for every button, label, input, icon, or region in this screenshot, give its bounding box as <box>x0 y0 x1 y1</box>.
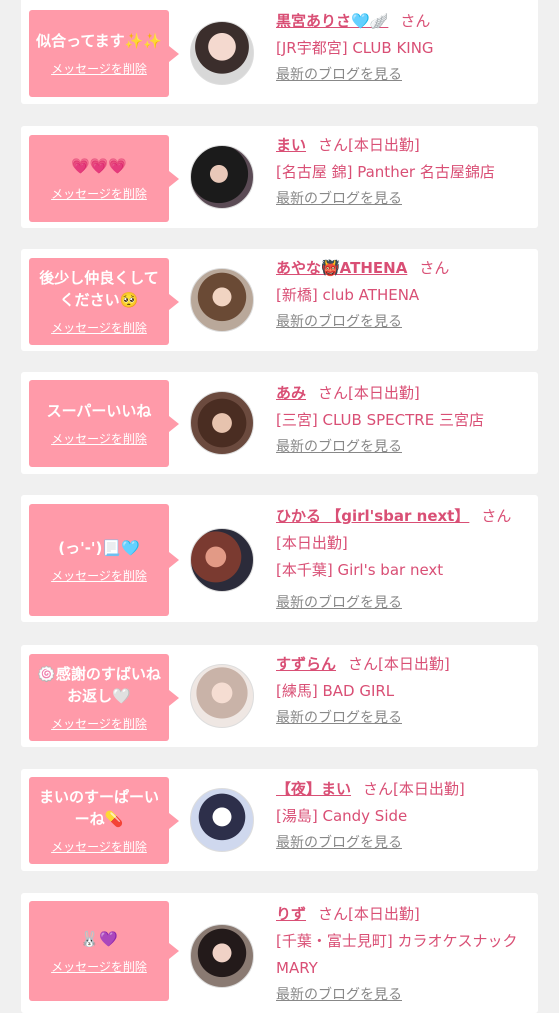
message-bubble: 🍥感謝のすばいねお返し🤍 メッセージを削除 <box>29 654 179 741</box>
latest-blog-link[interactable]: 最新のブログを見る <box>276 590 538 616</box>
delete-message-link[interactable]: メッセージを削除 <box>51 430 147 447</box>
honorific: さん <box>318 136 349 154</box>
latest-blog-link[interactable]: 最新のブログを見る <box>276 982 538 1008</box>
message-bubble: 🐰💜 メッセージを削除 <box>29 901 179 1001</box>
message-bubble: (っ'-')📃🩵 メッセージを削除 <box>29 504 179 616</box>
cast-name-link[interactable]: りず <box>276 905 306 923</box>
honorific: さん <box>318 384 349 402</box>
store-label: [JR宇都宮] CLUB KING <box>276 39 434 57</box>
delete-message-link[interactable]: メッセージを削除 <box>51 958 147 975</box>
profile-info: すずらん さん[本日出勤] [練馬] BAD GIRL 最新のブログを見る <box>276 651 538 731</box>
cast-name-link[interactable]: まい <box>276 136 306 154</box>
latest-blog-link[interactable]: 最新のブログを見る <box>276 434 538 460</box>
cast-name-link[interactable]: 黒宮ありさ🩵🪽 <box>276 12 388 30</box>
cast-name-link[interactable]: 【夜】まい <box>276 780 351 798</box>
profile-info: 【夜】まい さん[本日出勤] [湯島] Candy Side 最新のブログを見る <box>276 776 538 856</box>
message-text: 後少し仲良くしてください🥺 <box>39 269 159 309</box>
entry-card: 🐰💜 メッセージを削除 りず さん[本日出勤] [千葉・富士見町] カラオケスナッ… <box>21 893 538 1013</box>
status-badge: [本日出勤] <box>393 780 465 798</box>
honorific: さん <box>318 905 349 923</box>
honorific: さん <box>363 780 394 798</box>
cast-name-link[interactable]: あやな👹ATHENA <box>276 259 407 277</box>
message-text: まいのすーぱーいーね💊 <box>38 788 159 828</box>
message-bubble: まいのすーぱーいーね💊 メッセージを削除 <box>29 777 179 864</box>
store-label: [名古屋 錦] Panther 名古屋錦店 <box>276 163 495 181</box>
honorific: さん <box>400 12 431 30</box>
delete-message-link[interactable]: メッセージを削除 <box>51 838 147 855</box>
message-text: 🐰💜 <box>80 929 118 948</box>
message-text: 💗💗💗 <box>70 157 128 175</box>
avatar[interactable] <box>190 664 254 728</box>
profile-info: まい さん[本日出勤] [名古屋 錦] Panther 名古屋錦店 最新のブログを… <box>276 132 538 212</box>
cast-name-link[interactable]: すずらん <box>276 655 336 673</box>
status-badge: [本日出勤] <box>378 655 450 673</box>
store-label: [本千葉] Girl's bar next <box>276 561 444 579</box>
honorific: さん <box>419 259 450 277</box>
avatar[interactable] <box>190 21 254 85</box>
entry-card: 💗💗💗 メッセージを削除 まい さん[本日出勤] [名古屋 錦] Panther … <box>21 126 538 228</box>
profile-info: 黒宮ありさ🩵🪽 さん [JR宇都宮] CLUB KING 最新のブログを見る <box>276 8 538 88</box>
delete-message-link[interactable]: メッセージを削除 <box>51 319 147 336</box>
profile-info: あみ さん[本日出勤] [三宮] CLUB SPECTRE 三宮店 最新のブログを… <box>276 380 538 460</box>
delete-message-link[interactable]: メッセージを削除 <box>51 185 147 202</box>
message-text: 似合ってます✨✨ <box>36 32 162 50</box>
message-bubble: 後少し仲良くしてください🥺 メッセージを削除 <box>29 258 179 345</box>
entry-card: 似合ってます✨✨ メッセージを削除 黒宮ありさ🩵🪽 さん [JR宇都宮] CLUB… <box>21 0 538 104</box>
cast-name-link[interactable]: ひかる 【girl'sbar next】 <box>276 507 469 525</box>
store-label: [新橋] club ATHENA <box>276 286 420 304</box>
avatar[interactable] <box>190 391 254 455</box>
status-badge: [本日出勤] <box>348 905 420 923</box>
avatar[interactable] <box>190 268 254 332</box>
avatar[interactable] <box>190 924 254 988</box>
message-bubble: 似合ってます✨✨ メッセージを削除 <box>29 10 179 97</box>
latest-blog-link[interactable]: 最新のブログを見る <box>276 309 538 335</box>
profile-info: ひかる 【girl'sbar next】 さん [本日出勤] [本千葉] Girl… <box>276 503 538 616</box>
message-text: 🍥感謝のすばいねお返し🤍 <box>37 665 161 705</box>
status-badge: [本日出勤] <box>276 534 348 552</box>
status-badge: [本日出勤] <box>348 384 420 402</box>
avatar[interactable] <box>190 528 254 592</box>
latest-blog-link[interactable]: 最新のブログを見る <box>276 830 538 856</box>
profile-info: りず さん[本日出勤] [千葉・富士見町] カラオケスナック MARY 最新のブロ… <box>276 901 538 1008</box>
store-label: [練馬] BAD GIRL <box>276 682 395 700</box>
profile-info: あやな👹ATHENA さん [新橋] club ATHENA 最新のブログを見る <box>276 255 538 335</box>
delete-message-link[interactable]: メッセージを削除 <box>51 715 147 732</box>
latest-blog-link[interactable]: 最新のブログを見る <box>276 62 538 88</box>
entry-card: まいのすーぱーいーね💊 メッセージを削除 【夜】まい さん[本日出勤] [湯島] … <box>21 769 538 871</box>
honorific: さん <box>481 507 512 525</box>
store-label: [千葉・富士見町] カラオケスナック MARY <box>276 932 518 977</box>
avatar[interactable] <box>190 145 254 209</box>
entry-card: (っ'-')📃🩵 メッセージを削除 ひかる 【girl'sbar next】 さん… <box>21 495 538 622</box>
message-bubble: スーパーいいね メッセージを削除 <box>29 380 179 467</box>
delete-message-link[interactable]: メッセージを削除 <box>51 567 147 584</box>
store-label: [三宮] CLUB SPECTRE 三宮店 <box>276 411 484 429</box>
honorific: さん <box>348 655 379 673</box>
store-label: [湯島] Candy Side <box>276 807 408 825</box>
avatar[interactable] <box>190 788 254 852</box>
entry-card: 後少し仲良くしてください🥺 メッセージを削除 あやな👹ATHENA さん [新橋]… <box>21 249 538 351</box>
latest-blog-link[interactable]: 最新のブログを見る <box>276 705 538 731</box>
entry-card: 🍥感謝のすばいねお返し🤍 メッセージを削除 すずらん さん[本日出勤] [練馬] … <box>21 645 538 747</box>
message-text: スーパーいいね <box>46 402 152 420</box>
delete-message-link[interactable]: メッセージを削除 <box>51 60 147 77</box>
message-text: (っ'-')📃🩵 <box>58 538 140 557</box>
entry-card: スーパーいいね メッセージを削除 あみ さん[本日出勤] [三宮] CLUB SP… <box>21 372 538 474</box>
message-bubble: 💗💗💗 メッセージを削除 <box>29 135 179 222</box>
status-badge: [本日出勤] <box>348 136 420 154</box>
cast-name-link[interactable]: あみ <box>276 384 306 402</box>
latest-blog-link[interactable]: 最新のブログを見る <box>276 186 538 212</box>
